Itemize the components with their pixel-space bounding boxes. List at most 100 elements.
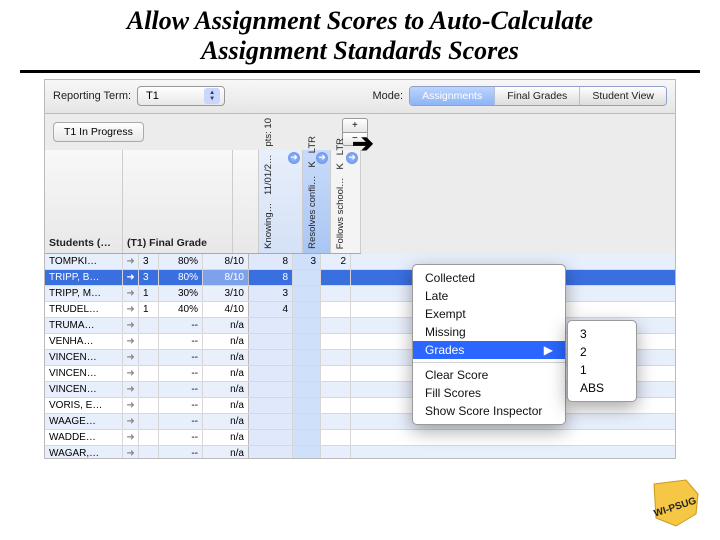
row-expand-icon[interactable]: ➜ (123, 254, 139, 269)
mode-assignments[interactable]: Assignments (410, 87, 495, 105)
header-final-grade[interactable]: (T1) Final Grade (123, 150, 233, 253)
table-row[interactable]: WAAGE…➜--n/a (45, 414, 675, 430)
standard-1-score[interactable] (293, 302, 321, 317)
letter-grade (139, 446, 159, 459)
fraction: n/a (203, 350, 249, 365)
row-expand-icon[interactable]: ➜ (123, 366, 139, 381)
menu-grades[interactable]: Grades▶ (413, 341, 565, 359)
header-students[interactable]: Students (… (45, 150, 123, 253)
row-expand-icon[interactable]: ➜ (123, 270, 139, 285)
standard-2-score[interactable]: 2 (321, 254, 351, 269)
standard-1-score[interactable]: 3 (293, 254, 321, 269)
row-expand-icon[interactable]: ➜ (123, 398, 139, 413)
standard-2-score[interactable] (321, 366, 351, 381)
standard-2-score[interactable] (321, 446, 351, 459)
standard-2-score[interactable] (321, 430, 351, 445)
row-expand-icon[interactable]: ➜ (123, 446, 139, 459)
standard-2-score[interactable] (321, 398, 351, 413)
percent: -- (159, 366, 203, 381)
standard-1-score[interactable] (293, 398, 321, 413)
menu-score-inspector[interactable]: Show Score Inspector (413, 402, 565, 420)
standard-1-score[interactable] (293, 350, 321, 365)
header-assignment[interactable]: ➜ Knowing… 11/01/2… pts: 10 (259, 150, 303, 253)
row-expand-icon[interactable]: ➜ (123, 430, 139, 445)
assignment-score[interactable]: 8 (249, 270, 293, 285)
term-status-chip[interactable]: T1 In Progress (53, 122, 144, 142)
standard-2-score[interactable] (321, 318, 351, 333)
student-name: TRUDEL… (45, 302, 123, 317)
mode-final-grades[interactable]: Final Grades (495, 87, 580, 105)
assignment-expand-icon[interactable]: ➜ (288, 152, 300, 164)
percent: -- (159, 398, 203, 413)
reporting-term-value: T1 (146, 90, 159, 102)
standard-2-score[interactable] (321, 270, 351, 285)
table-row[interactable]: TRIPP, M…➜130%3/103 (45, 286, 675, 302)
submenu-abs[interactable]: ABS (568, 379, 636, 397)
standard-2-score[interactable] (321, 286, 351, 301)
header-standard-1[interactable]: ➜ Resolves confli… K LTR (303, 150, 331, 253)
standard-1-score[interactable] (293, 270, 321, 285)
menu-missing[interactable]: Missing (413, 323, 565, 341)
assignment-score[interactable] (249, 414, 293, 429)
menu-clear-score[interactable]: Clear Score (413, 366, 565, 384)
student-name: TRIPP, M… (45, 286, 123, 301)
standard-1-score[interactable] (293, 430, 321, 445)
submenu-grade-2[interactable]: 2 (568, 343, 636, 361)
assignment-score[interactable] (249, 446, 293, 459)
standard-1-score[interactable] (293, 334, 321, 349)
standard-2-score[interactable] (321, 414, 351, 429)
assignment-score[interactable] (249, 430, 293, 445)
standard-2-score[interactable] (321, 302, 351, 317)
menu-collected[interactable]: Collected (413, 269, 565, 287)
percent: 80% (159, 254, 203, 269)
menu-late[interactable]: Late (413, 287, 565, 305)
menu-exempt[interactable]: Exempt (413, 305, 565, 323)
standard-1-score[interactable] (293, 414, 321, 429)
standard-2-score[interactable] (321, 350, 351, 365)
row-expand-icon[interactable]: ➜ (123, 350, 139, 365)
row-expand-icon[interactable]: ➜ (123, 302, 139, 317)
table-row[interactable]: TRUDEL…➜140%4/104 (45, 302, 675, 318)
mode-label: Mode: (373, 90, 404, 102)
assignment-score[interactable] (249, 398, 293, 413)
assignment-score[interactable] (249, 318, 293, 333)
assignment-score[interactable]: 8 (249, 254, 293, 269)
submenu-arrow-icon: ▶ (544, 343, 553, 357)
standard-1-score[interactable] (293, 382, 321, 397)
student-name: VORIS, E… (45, 398, 123, 413)
row-expand-icon[interactable]: ➜ (123, 414, 139, 429)
standard-1-score[interactable] (293, 286, 321, 301)
assignment-score[interactable] (249, 350, 293, 365)
assignment-score[interactable] (249, 334, 293, 349)
fraction: 8/10 (203, 254, 249, 269)
table-row[interactable]: WAGAR,…➜--n/a (45, 446, 675, 459)
standard2-expand-icon[interactable]: ➜ (346, 152, 358, 164)
row-expand-icon[interactable]: ➜ (123, 318, 139, 333)
assignment-score[interactable] (249, 366, 293, 381)
standard-2-score[interactable] (321, 334, 351, 349)
percent: 80% (159, 270, 203, 285)
row-expand-icon[interactable]: ➜ (123, 382, 139, 397)
table-row[interactable]: TOMPKI…➜380%8/10832 (45, 254, 675, 270)
assignment-score[interactable]: 4 (249, 302, 293, 317)
mode-student-view[interactable]: Student View (580, 87, 666, 105)
assignment-score[interactable]: 3 (249, 286, 293, 301)
reporting-term-select[interactable]: T1 ▲▼ (137, 86, 225, 106)
table-row[interactable]: WADDE…➜--n/a (45, 430, 675, 446)
assignment-score[interactable] (249, 382, 293, 397)
row-expand-icon[interactable]: ➜ (123, 334, 139, 349)
grade-grid: Students (… (T1) Final Grade ➜ Knowing… … (45, 150, 675, 458)
fraction: n/a (203, 414, 249, 429)
standard-1-score[interactable] (293, 446, 321, 459)
menu-fill-scores[interactable]: Fill Scores (413, 384, 565, 402)
letter-grade (139, 398, 159, 413)
table-row[interactable]: TRIPP, B…➜380%8/108 (45, 270, 675, 286)
fraction: n/a (203, 446, 249, 459)
standard-1-score[interactable] (293, 318, 321, 333)
submenu-grade-1[interactable]: 1 (568, 361, 636, 379)
row-expand-icon[interactable]: ➜ (123, 286, 139, 301)
header-standard-2[interactable]: ➜ Follows school… K LTR (331, 150, 361, 253)
standard-2-score[interactable] (321, 382, 351, 397)
standard-1-score[interactable] (293, 366, 321, 381)
submenu-grade-3[interactable]: 3 (568, 325, 636, 343)
